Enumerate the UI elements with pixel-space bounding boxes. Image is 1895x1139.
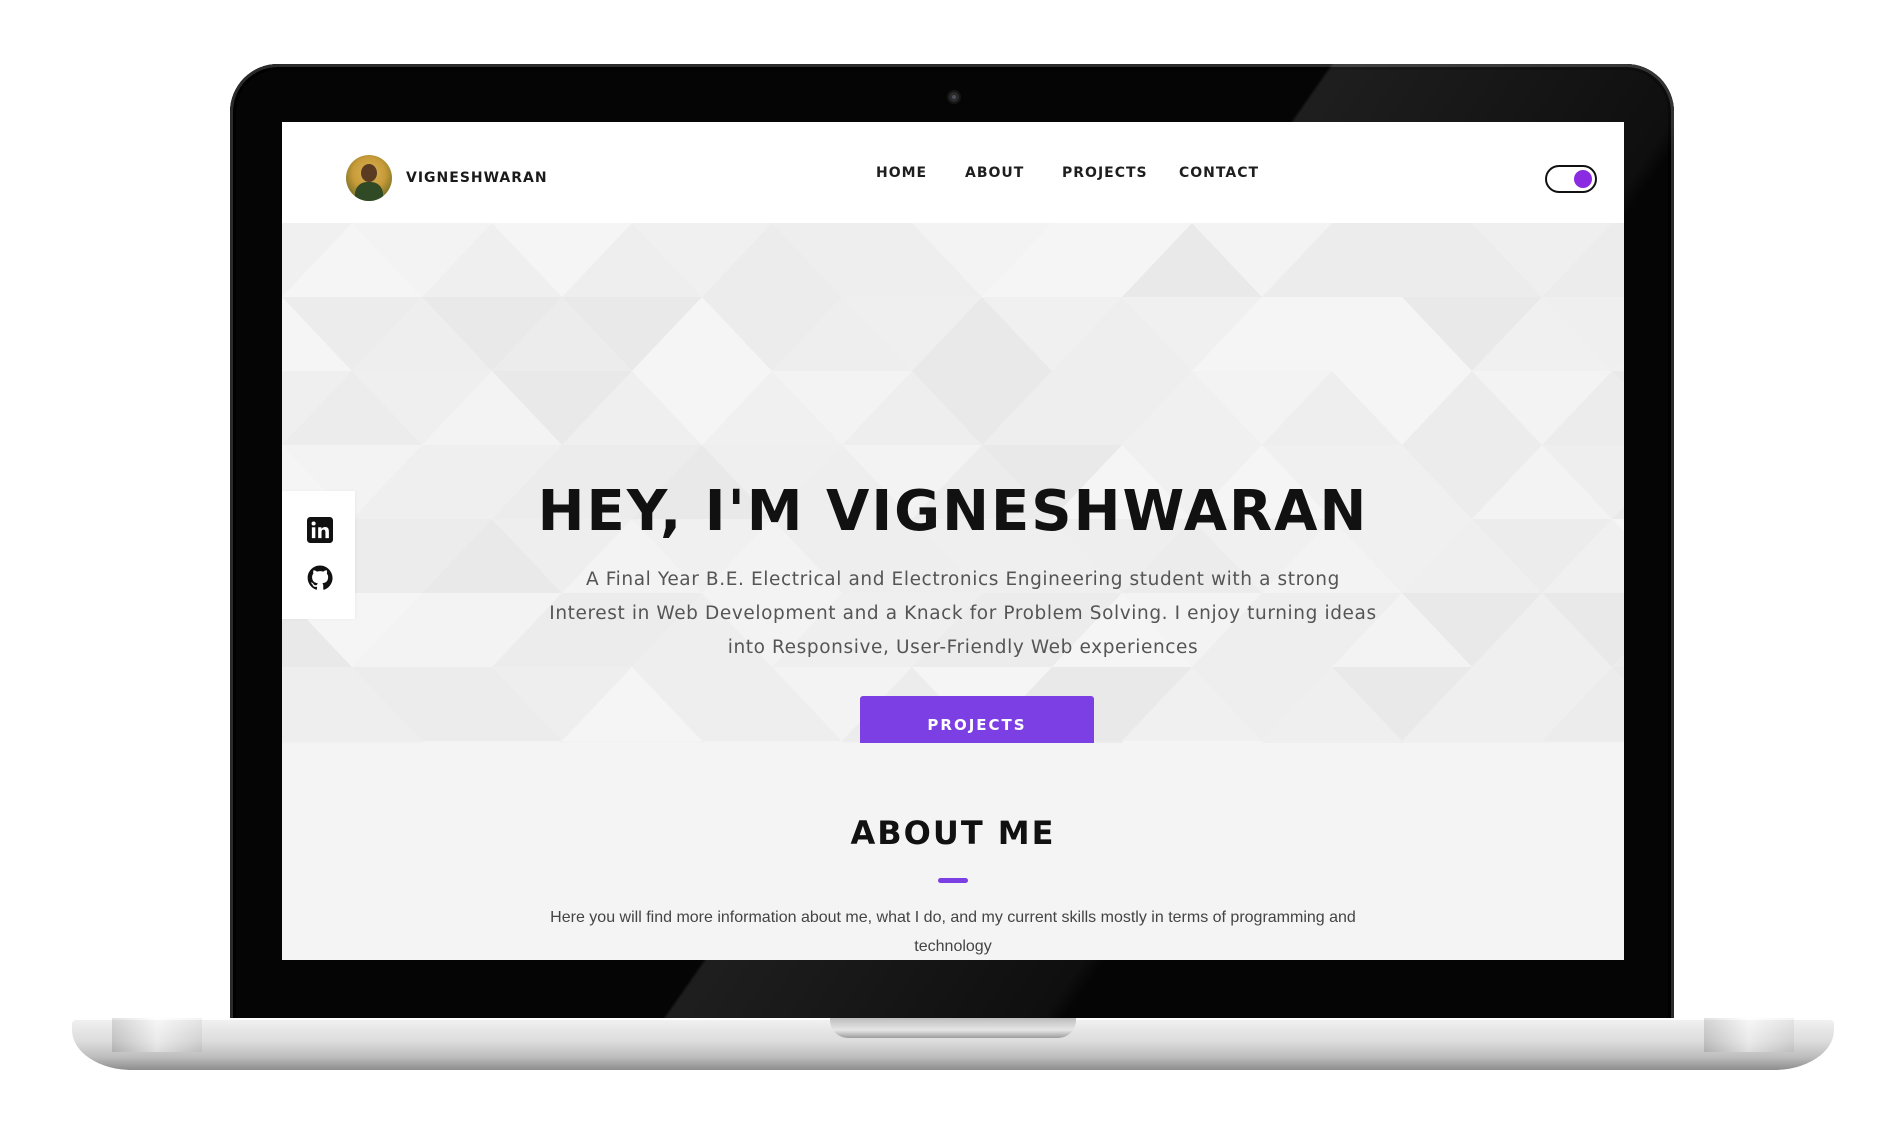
laptop-mockup: VIGNESHWARAN HOME ABOUT PROJECTS CONTACT [0,0,1895,1139]
nav-menu: HOME ABOUT PROJECTS CONTACT [282,160,1624,190]
nav-projects[interactable]: PROJECTS [1062,165,1148,181]
hero-section: HEY, I'M VIGNESHWARAN A Final Year B.E. … [282,223,1624,743]
background-triangle [422,741,562,743]
nav-about[interactable]: ABOUT [965,165,1024,181]
nav-home[interactable]: HOME [876,165,927,181]
background-triangle [1402,741,1542,743]
projects-button[interactable]: PROJECTS [860,696,1094,743]
background-triangle [1542,741,1624,743]
about-title: ABOUT ME [850,814,1056,852]
hero-description: A Final Year B.E. Electrical and Electro… [549,569,1377,658]
background-triangle [1262,741,1402,743]
background-triangle [1122,741,1262,743]
toggle-knob [1574,170,1592,188]
background-triangle [702,741,842,743]
site-header: VIGNESHWARAN HOME ABOUT PROJECTS CONTACT [282,122,1624,223]
hero-title: HEY, I'M VIGNESHWARAN [537,479,1369,544]
webcam [949,92,959,102]
nav-contact[interactable]: CONTACT [1179,165,1259,181]
website-screen: VIGNESHWARAN HOME ABOUT PROJECTS CONTACT [282,122,1624,960]
theme-toggle[interactable] [1545,165,1597,193]
github-icon[interactable] [307,565,333,591]
about-title-underline [938,878,968,883]
background-triangle [562,741,702,743]
background-triangle [282,741,422,743]
about-description: Here you will find more information abou… [550,909,1356,955]
laptop-notch [830,1018,1076,1038]
